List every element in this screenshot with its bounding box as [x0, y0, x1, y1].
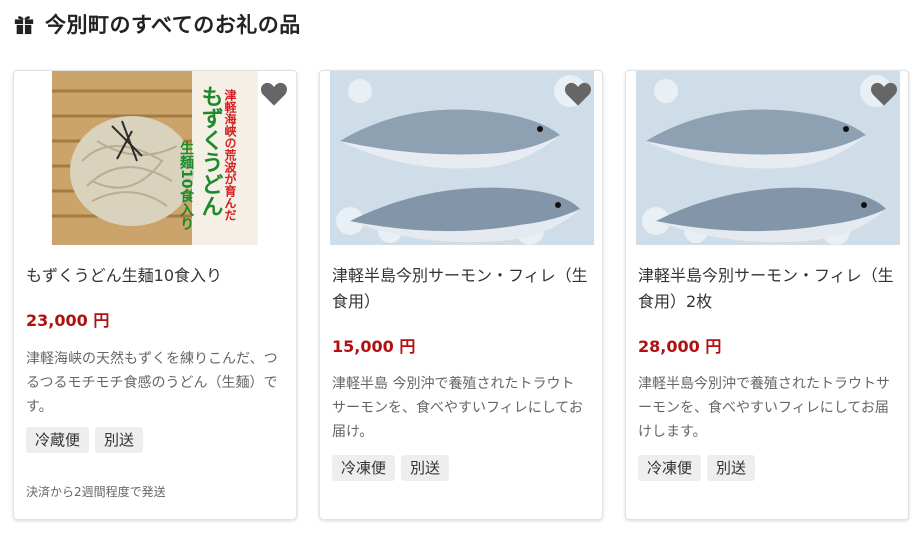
svg-text:生麺10食入り: 生麺10食入り — [178, 140, 195, 230]
product-name[interactable]: 津軽半島今別サーモン・フィレ（生食用）2枚 — [638, 263, 896, 315]
tag-separate: 別送 — [95, 427, 144, 453]
product-card[interactable]: 津軽半島今別サーモン・フィレ（生食用） 15,000 円 津軽半島 今別沖で養殖… — [319, 70, 603, 520]
product-card[interactable]: 津軽海峡の荒波が育んだ もずくうどん 生麺10食入り もずくうどん生麺10食入り… — [13, 70, 297, 520]
product-name[interactable]: もずくうどん生麺10食入り — [26, 263, 284, 289]
favorite-heart-icon[interactable] — [260, 81, 288, 107]
product-price: 28,000 円 — [638, 337, 722, 356]
favorite-heart-icon[interactable] — [564, 81, 592, 107]
product-tags: 冷凍便 別送 — [638, 455, 756, 481]
gift-icon — [14, 16, 34, 35]
product-tags: 冷凍便 別送 — [332, 455, 450, 481]
page-header: 今別町のすべてのお礼の品 — [13, 9, 301, 39]
product-card[interactable]: 津軽半島今別サーモン・フィレ（生食用）2枚 28,000 円 津軽半島今別沖で養… — [625, 70, 909, 520]
product-tags: 冷蔵便 別送 — [26, 427, 144, 453]
product-description: 津軽半島今別沖で養殖されたトラウトサーモンを、食べやすいフィレにしてお届けします… — [638, 376, 890, 440]
product-image[interactable] — [330, 71, 594, 245]
shipping-note: 決済から2週間程度で発送 — [26, 485, 166, 499]
favorite-heart-icon[interactable] — [870, 81, 898, 107]
tag-separate: 別送 — [401, 455, 450, 481]
product-description: 津軽海峡の天然もずくを練りこんだ、つるつるモチモチ食感のうどん（生麺）です。 — [26, 351, 278, 415]
tag-delivery: 冷蔵便 — [26, 427, 90, 453]
product-name[interactable]: 津軽半島今別サーモン・フィレ（生食用） — [332, 263, 590, 315]
product-image[interactable] — [636, 71, 900, 245]
product-image[interactable]: 津軽海峡の荒波が育んだ もずくうどん 生麺10食入り — [52, 71, 258, 245]
tag-delivery: 冷凍便 — [332, 455, 396, 481]
product-price: 15,000 円 — [332, 337, 416, 356]
svg-text:津軽海峡の荒波が育んだ: 津軽海峡の荒波が育んだ — [223, 88, 237, 221]
page-title: 今別町のすべてのお礼の品 — [45, 13, 301, 37]
tag-delivery: 冷凍便 — [638, 455, 702, 481]
product-price: 23,000 円 — [26, 311, 110, 330]
svg-text:もずくうどん: もずくうどん — [198, 85, 223, 217]
product-description: 津軽半島 今別沖で養殖されたトラウトサーモンを、食べやすいフィレにしてお届け。 — [332, 376, 583, 440]
tag-separate: 別送 — [707, 455, 756, 481]
